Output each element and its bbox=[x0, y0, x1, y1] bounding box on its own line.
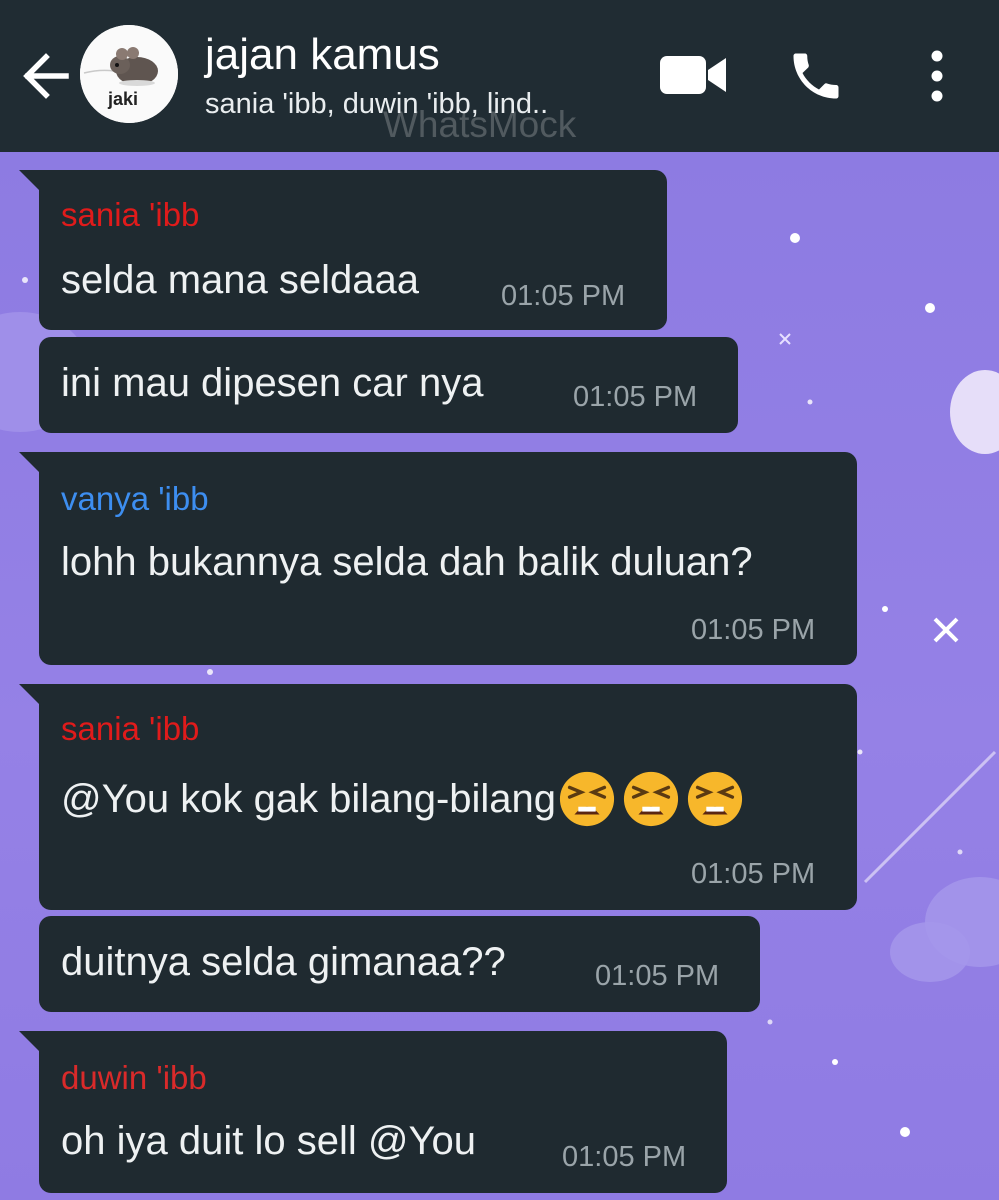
video-call-icon bbox=[660, 56, 726, 94]
message-text: oh iya duit lo sell @You bbox=[61, 1119, 476, 1163]
message-timestamp: 01:05 PM bbox=[501, 280, 626, 312]
message-text: duitnya selda gimanaa?? bbox=[61, 940, 506, 984]
watermark: WhatsMock bbox=[383, 104, 577, 145]
tired-face-emoji-icon bbox=[623, 771, 679, 827]
message-bubble[interactable]: vanya 'ibb lohh bukannya selda dah balik… bbox=[19, 452, 857, 665]
message-text: @You kok gak bilang-bilang bbox=[61, 776, 557, 821]
more-options-button[interactable] bbox=[912, 48, 962, 104]
message-bubble[interactable]: sania 'ibb @You kok gak bilang-bilang 01… bbox=[19, 684, 857, 910]
message-text: ini mau dipesen car nya bbox=[61, 361, 484, 405]
bubble-tail bbox=[19, 684, 41, 706]
message-timestamp: 01:05 PM bbox=[562, 1141, 687, 1173]
message-timestamp: 01:05 PM bbox=[691, 614, 816, 646]
message-bubble[interactable]: sania 'ibb selda mana seldaaa 01:05 PM bbox=[19, 170, 667, 330]
avatar-caption: jaki bbox=[108, 89, 139, 109]
tired-face-emoji-icon bbox=[687, 771, 743, 827]
message-sender[interactable]: sania 'ibb bbox=[61, 196, 199, 234]
voice-call-button[interactable] bbox=[786, 46, 846, 106]
back-button[interactable] bbox=[18, 46, 74, 106]
message-timestamp: 01:05 PM bbox=[691, 858, 816, 890]
bubble-tail bbox=[19, 1031, 41, 1053]
chat-title[interactable]: jajan kamus bbox=[205, 30, 440, 80]
more-vertical-icon bbox=[931, 50, 943, 102]
message-sender[interactable]: duwin 'ibb bbox=[61, 1059, 207, 1097]
phone-icon bbox=[793, 53, 839, 99]
message-text: selda mana seldaaa bbox=[61, 258, 420, 302]
emoji-group bbox=[558, 770, 744, 828]
message-sender[interactable]: vanya 'ibb bbox=[61, 480, 209, 518]
message-bubble[interactable]: duitnya selda gimanaa?? 01:05 PM bbox=[39, 916, 760, 1012]
message-timestamp: 01:05 PM bbox=[595, 960, 720, 992]
bubble-tail bbox=[19, 452, 41, 474]
message-text: lohh bukannya selda dah balik duluan? bbox=[61, 540, 753, 584]
message-text-row: @You kok gak bilang-bilang bbox=[61, 770, 744, 828]
group-avatar[interactable]: jaki bbox=[80, 25, 178, 123]
video-call-button[interactable] bbox=[658, 50, 730, 100]
message-timestamp: 01:05 PM bbox=[573, 381, 698, 413]
message-sender[interactable]: sania 'ibb bbox=[61, 710, 199, 748]
message-bubble[interactable]: duwin 'ibb oh iya duit lo sell @You 01:0… bbox=[19, 1031, 727, 1193]
bubble-tail bbox=[19, 170, 41, 192]
chat-header: jaki jajan kamus sania 'ibb, duwin 'ibb,… bbox=[0, 0, 999, 152]
back-arrow-icon bbox=[23, 53, 69, 99]
message-bubble[interactable]: ini mau dipesen car nya 01:05 PM bbox=[39, 337, 738, 433]
tired-face-emoji-icon bbox=[559, 771, 615, 827]
